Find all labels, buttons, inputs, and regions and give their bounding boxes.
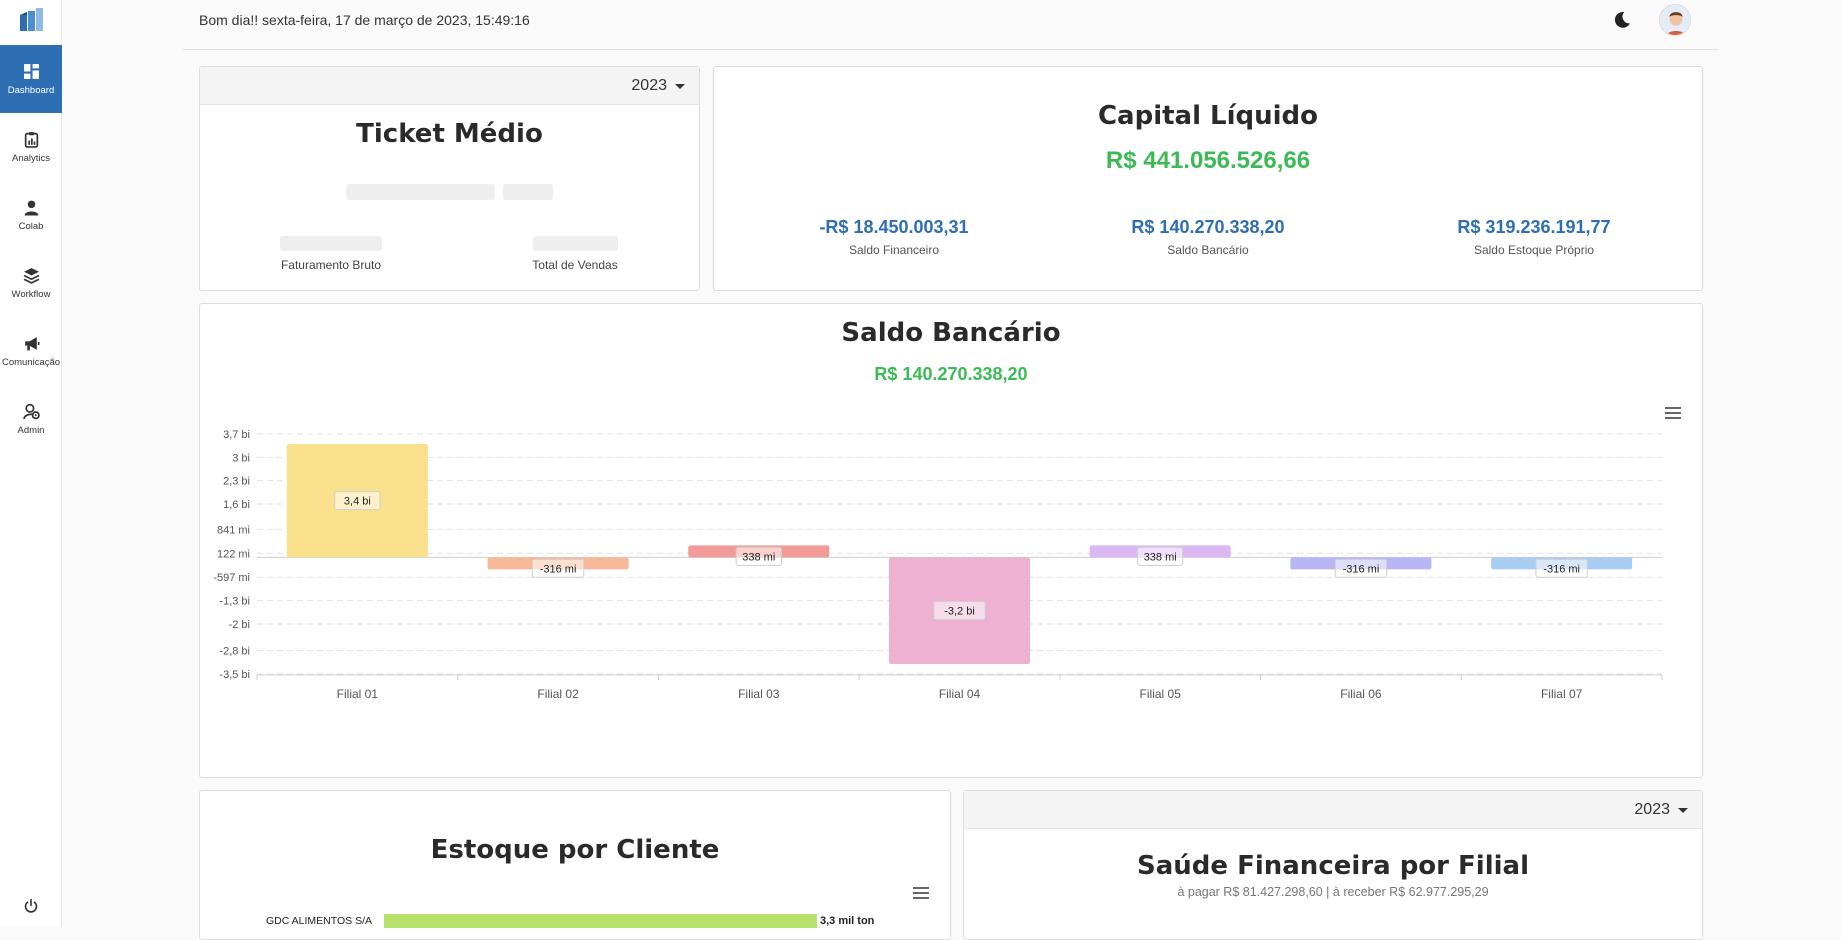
bar-chart: 3,7 bi 3 bi 2,3 bi 1,6 bi 841 mi 122 mi -597 m… xyxy=(213,429,1663,701)
sidebar: Dashboard Analytics Colab Workflow Comun… xyxy=(0,0,62,927)
x-tick-label: Filial 02 xyxy=(537,687,579,701)
year-dropdown-value: 2023 xyxy=(1634,801,1670,818)
sidebar-item-colab[interactable]: Colab xyxy=(0,181,62,249)
x-tick-label: Filial 07 xyxy=(1541,687,1583,701)
total-vendas-label: Total de Vendas xyxy=(532,258,618,272)
sidebar-item-workflow[interactable]: Workflow xyxy=(0,249,62,317)
year-dropdown[interactable]: 2023 xyxy=(631,77,685,95)
x-tick-label: Filial 06 xyxy=(1340,687,1382,701)
sidebar-item-label: Comunicação xyxy=(1,356,61,368)
y-tick-label: 2,3 bi xyxy=(223,476,250,488)
sidebar-item-label: Admin xyxy=(17,424,45,436)
data-label: -316 mi xyxy=(540,563,577,575)
x-tick-label: Filial 01 xyxy=(337,687,379,701)
data-label: 338 mi xyxy=(742,551,775,563)
chart-menu-icon[interactable] xyxy=(913,887,929,899)
chart-title: Saldo Bancário xyxy=(841,318,1061,348)
capital-liquido-card: Capital Líquido R$ 441.056.526,66 -R$ 18… xyxy=(713,66,1703,291)
ticket-medio-card: 2023 Ticket Médio Faturamento Bruto Tota… xyxy=(199,66,700,291)
y-tick-label: -2,8 bi xyxy=(219,646,250,658)
year-dropdown[interactable]: 2023 xyxy=(1634,801,1688,819)
saldo-financeiro-value: -R$ 18.450.003,31 xyxy=(819,217,969,237)
card-header: 2023 xyxy=(964,791,1702,829)
loading-placeholder xyxy=(346,184,495,200)
y-tick-label: 3 bi xyxy=(232,452,250,464)
x-tick-label: Filial 04 xyxy=(939,687,981,701)
card-title: Ticket Médio xyxy=(356,119,543,149)
avatar-image xyxy=(1660,5,1690,35)
client-bar-label: 3,3 mil ton xyxy=(818,915,877,927)
saldo-bancario-label: Saldo Bancário xyxy=(1167,243,1249,257)
card-header: 2023 xyxy=(200,67,699,105)
data-label: -316 mi xyxy=(1543,563,1580,575)
sidebar-item-admin[interactable]: Admin xyxy=(0,385,62,453)
card-title: Estoque por Cliente xyxy=(430,835,720,865)
clipboard-chart-icon xyxy=(24,131,38,148)
loading-placeholder xyxy=(503,184,553,200)
greeting-text: Bom dia!! sexta-feira, 17 de março de 20… xyxy=(199,12,530,28)
avatar[interactable] xyxy=(1659,4,1691,36)
chevron-down-icon xyxy=(675,83,685,89)
client-bar xyxy=(384,914,817,928)
estoque-cliente-card: Estoque por Cliente GDC ALIMENTOS S/A 3,… xyxy=(199,790,951,940)
x-tick-label: Filial 05 xyxy=(1140,687,1182,701)
loading-placeholder xyxy=(533,236,618,251)
sidebar-item-label: Dashboard xyxy=(7,84,55,96)
y-tick-label: 1,6 bi xyxy=(223,499,250,511)
saldo-financeiro-label: Saldo Financeiro xyxy=(848,243,940,257)
sidebar-item-label: Colab xyxy=(18,220,44,232)
y-tick-label: -3,5 bi xyxy=(219,669,250,681)
loading-placeholder xyxy=(280,236,382,251)
dashboard-icon xyxy=(23,63,39,79)
saldo-bancario-card: Saldo Bancário R$ 140.270.338,20 3,7 bi 3… xyxy=(199,303,1703,778)
moon-icon[interactable] xyxy=(1613,11,1631,29)
chart-subtitle: R$ 140.270.338,20 xyxy=(874,364,1028,384)
faturamento-bruto-label: Faturamento Bruto xyxy=(280,258,382,272)
data-label: 338 mi xyxy=(1144,551,1177,563)
chevron-down-icon xyxy=(1678,807,1688,813)
app-logo xyxy=(20,8,43,31)
data-label: 3,4 bi xyxy=(344,496,371,508)
power-icon[interactable] xyxy=(23,898,39,914)
user-icon xyxy=(24,200,38,215)
saldo-estoque-label: Saldo Estoque Próprio xyxy=(1473,243,1595,257)
card-title: Capital Líquido xyxy=(1097,101,1319,131)
x-tick-label: Filial 03 xyxy=(738,687,780,701)
saldo-estoque-value: R$ 319.236.191,77 xyxy=(1457,217,1611,237)
saldo-bancario-value: R$ 140.270.338,20 xyxy=(1131,217,1285,237)
y-tick-label: -2 bi xyxy=(229,619,250,631)
year-dropdown-value: 2023 xyxy=(631,77,667,94)
capital-liquido-total: R$ 441.056.526,66 xyxy=(1105,147,1311,174)
card-subtitle: à pagar R$ 81.427.298,60 | à receber R$ … xyxy=(1177,885,1489,899)
data-label: -316 mi xyxy=(1343,563,1380,575)
card-title: Saúde Financeira por Filial xyxy=(1137,851,1529,881)
y-tick-label: -1,3 bi xyxy=(219,596,250,608)
layers-icon xyxy=(23,267,39,284)
data-label: -3,2 bi xyxy=(944,606,975,618)
user-gear-icon xyxy=(22,403,40,419)
sidebar-item-dashboard[interactable]: Dashboard xyxy=(0,45,62,113)
top-bar: Bom dia!! sexta-feira, 17 de março de 20… xyxy=(183,0,1719,50)
megaphone-icon xyxy=(24,336,39,350)
sidebar-item-label: Analytics xyxy=(11,152,50,164)
sidebar-item-label: Workflow xyxy=(11,288,51,300)
saude-financeira-card: 2023 Saúde Financeira por Filial à pagar… xyxy=(963,790,1703,940)
y-tick-label: 841 mi xyxy=(217,524,250,536)
y-tick-label: -597 mi xyxy=(213,572,250,584)
sidebar-item-analytics[interactable]: Analytics xyxy=(0,113,62,181)
y-tick-label: 3,7 bi xyxy=(223,429,250,441)
y-tick-label: 122 mi xyxy=(217,548,250,560)
sidebar-item-comunicacao[interactable]: Comunicação xyxy=(0,317,62,385)
client-label: GDC ALIMENTOS S/A xyxy=(266,915,372,927)
